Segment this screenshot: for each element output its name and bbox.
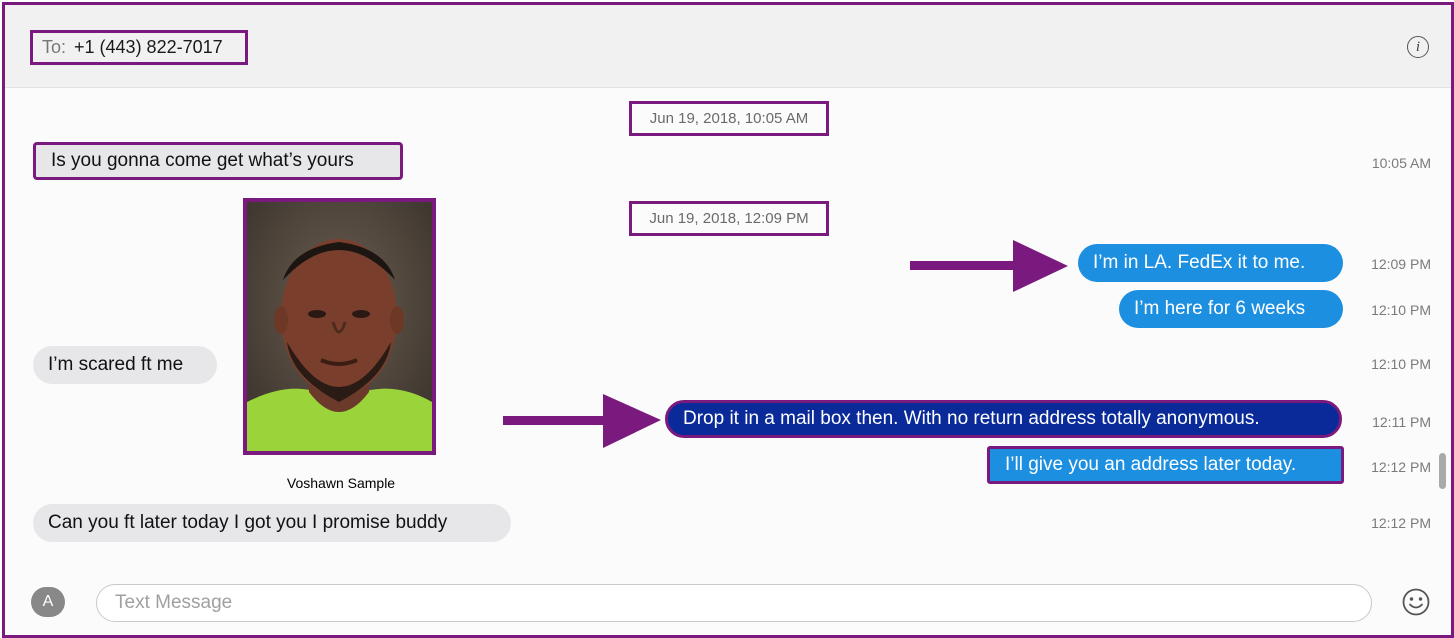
composer-bar: A	[5, 575, 1451, 635]
conversation-header: To: +1 (443) 822-7017 i	[5, 5, 1451, 88]
app-store-icon[interactable]: A	[31, 587, 65, 617]
message-time: 12:10 PM	[1371, 302, 1431, 318]
message-time: 12:09 PM	[1371, 256, 1431, 272]
message-received[interactable]: Is you gonna come get what’s yours	[33, 142, 403, 180]
recipient-number: +1 (443) 822-7017	[74, 37, 223, 57]
scrollbar[interactable]	[1439, 453, 1446, 489]
annotation-arrow	[503, 394, 661, 448]
timestamp-divider: Jun 19, 2018, 10:05 AM	[629, 101, 829, 136]
photo-attachment[interactable]	[243, 198, 436, 455]
recipient-field[interactable]: To: +1 (443) 822-7017	[30, 30, 248, 65]
message-sent-highlighted[interactable]: Drop it in a mail box then. With no retu…	[665, 400, 1342, 438]
annotation-arrow	[910, 240, 1068, 292]
message-sent-highlighted[interactable]: I’ll give you an address later today.	[987, 446, 1344, 484]
person-photo	[247, 202, 432, 451]
to-label: To:	[42, 37, 67, 57]
info-icon[interactable]: i	[1407, 36, 1429, 58]
messages-window: To: +1 (443) 822-7017 i Jun 19, 2018, 10…	[2, 2, 1454, 638]
message-received[interactable]: I’m scared ft me	[33, 346, 217, 384]
photo-caption: Voshawn Sample	[286, 475, 396, 491]
message-sent[interactable]: I’m in LA. FedEx it to me.	[1078, 244, 1343, 282]
message-input[interactable]	[96, 584, 1372, 622]
timestamp-divider: Jun 19, 2018, 12:09 PM	[629, 201, 829, 236]
message-received[interactable]: Can you ft later today I got you I promi…	[33, 504, 511, 542]
message-time: 10:05 AM	[1371, 155, 1431, 171]
emoji-icon[interactable]	[1401, 587, 1431, 617]
message-time: 12:10 PM	[1371, 356, 1431, 372]
message-sent[interactable]: I’m here for 6 weeks	[1119, 290, 1343, 328]
message-time: 12:12 PM	[1371, 515, 1431, 531]
message-time: 12:12 PM	[1371, 459, 1431, 475]
message-time: 12:11 PM	[1372, 414, 1431, 430]
